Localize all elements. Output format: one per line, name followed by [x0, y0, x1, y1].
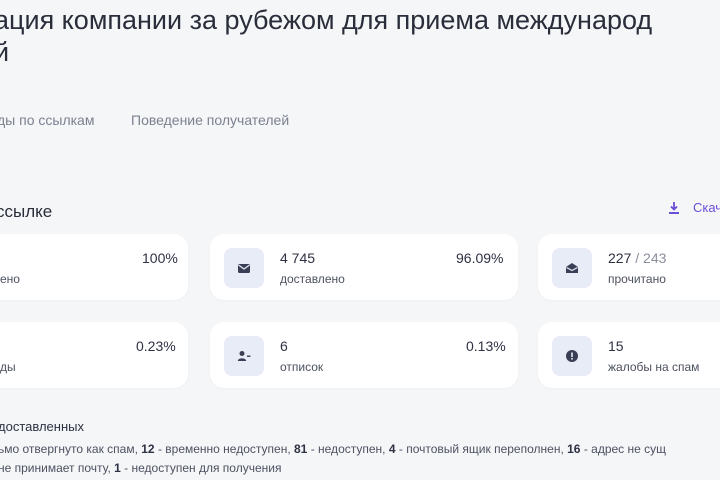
- stat-value: 4 745: [280, 250, 316, 266]
- undelivered-count: 12: [141, 442, 155, 456]
- stat-label: жалобы на спам: [608, 360, 700, 374]
- undelivered-text: - временно недоступен,: [154, 442, 294, 456]
- stat-percent: 0.23%: [136, 338, 176, 354]
- download-button[interactable]: Скач: [668, 200, 720, 215]
- undelivered-count: 16: [567, 442, 581, 456]
- stat-label: доставлено: [280, 272, 345, 286]
- stat-value-total: / 243: [631, 250, 667, 266]
- stat-icon-box: [552, 248, 592, 288]
- stat-percent: 0.13%: [466, 338, 506, 354]
- stat-value: 227 / 243: [608, 250, 666, 266]
- stat-value: 6: [280, 338, 288, 354]
- stat-value: 15: [608, 338, 624, 354]
- undelivered-text: - недоступен для получения: [120, 461, 282, 475]
- stat-label: отписок: [280, 360, 324, 374]
- stat-percent: 96.09%: [456, 250, 504, 266]
- page-title-line2: й: [0, 37, 10, 67]
- undelivered-text: - недоступен,: [307, 442, 389, 456]
- section-title: ссылке: [0, 202, 53, 221]
- stat-label: прочитано: [608, 272, 666, 286]
- stat-card-delivered: 4 745 доставлено 96.09%: [210, 234, 518, 300]
- stat-percent: 100%: [142, 250, 178, 266]
- undelivered-text: - адрес не сущ: [580, 442, 667, 456]
- stat-card-sent: 100% ено: [0, 234, 188, 300]
- page-title: ация компании за рубежом для приема межд…: [0, 4, 720, 68]
- tab-recipient-behavior[interactable]: Поведение получателей: [131, 112, 289, 128]
- envelope-icon: [238, 264, 250, 273]
- undelivered-text: ьмо отвергнуто как спам,: [0, 442, 142, 456]
- download-icon: [669, 201, 679, 214]
- stat-value-main: 227: [608, 250, 632, 266]
- stat-icon-box: [224, 248, 264, 288]
- stat-icon-box: [224, 336, 264, 376]
- page-title-line1: ация компании за рубежом для приема межд…: [0, 5, 653, 35]
- stat-icon-box: [552, 336, 592, 376]
- undelivered-title: доставленных: [0, 419, 84, 434]
- download-label: Скач: [693, 200, 720, 215]
- stat-card-clicks: 0.23% ды: [0, 322, 188, 388]
- stat-label: ено: [0, 272, 20, 286]
- undelivered-count: 1: [114, 461, 121, 475]
- stat-card-spam: 15 жалобы на спам: [538, 322, 720, 388]
- tab-link-clicks[interactable]: ды по ссылкам: [0, 112, 94, 128]
- undelivered-text: - почтовый ящик переполнен,: [395, 442, 568, 456]
- undelivered-count: 81: [294, 442, 308, 456]
- stat-card-read: 227 / 243 прочитано: [538, 234, 720, 300]
- undelivered-text: не принимает почту,: [0, 461, 115, 475]
- stat-card-unsubscribes: 6 отписок 0.13%: [210, 322, 518, 388]
- stat-label: ды: [0, 360, 16, 374]
- undelivered-count: 4: [388, 442, 396, 456]
- user-minus-icon: [237, 351, 251, 361]
- alert-icon: [566, 350, 578, 362]
- undelivered-breakdown: ьмо отвергнуто как спам, 12 - временно н…: [0, 440, 720, 478]
- open-envelope-icon: [566, 263, 578, 273]
